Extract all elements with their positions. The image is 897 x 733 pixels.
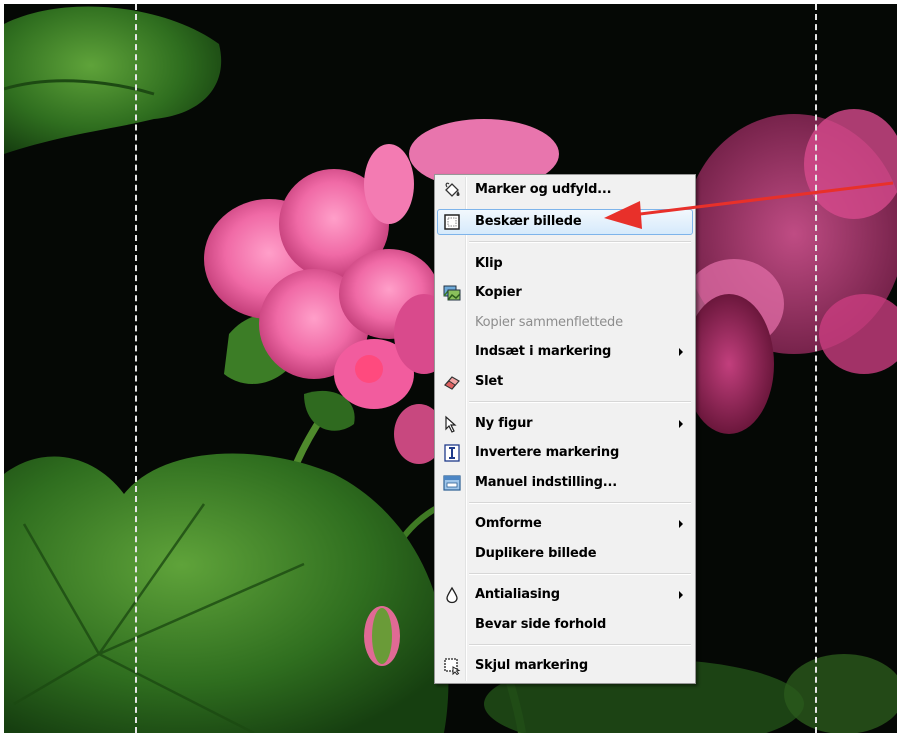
submenu-arrow-icon (679, 348, 683, 356)
menu-item-duplikere-billede[interactable]: Duplikere billede (437, 541, 693, 567)
menu-item-omforme[interactable]: Omforme (437, 511, 693, 537)
crop-icon (444, 214, 460, 230)
menu-item-label: Ny figur (475, 416, 533, 431)
invert-selection-icon (444, 444, 460, 462)
menu-item-label: Indsæt i markering (475, 344, 612, 359)
menu-item-manuel-indstilling[interactable]: Manuel indstilling... (437, 470, 693, 496)
menu-item-marker-og-udfyld[interactable]: Marker og udfyld... (437, 177, 693, 203)
menu-item-label: Kopier (475, 285, 522, 300)
menu-item-label: Klip (475, 256, 503, 271)
menu-item-label: Beskær billede (475, 214, 582, 229)
menu-item-kopier[interactable]: Kopier (437, 280, 693, 306)
menu-item-label: Antialiasing (475, 587, 560, 602)
menu-item-invertere-markering[interactable]: Invertere markering (437, 440, 693, 466)
selection-marquee-right (815, 4, 817, 733)
selection-marquee-left (135, 4, 137, 733)
menu-item-ny-figur[interactable]: Ny figur (437, 411, 693, 437)
menu-item-label: Kopier sammenflettede (475, 315, 623, 330)
menu-separator (469, 502, 691, 504)
eraser-icon (444, 376, 460, 390)
submenu-arrow-icon (679, 520, 683, 528)
menu-item-skjul-markering[interactable]: Skjul markering (437, 653, 693, 679)
menu-item-antialiasing[interactable]: Antialiasing (437, 582, 693, 608)
menu-item-label: Duplikere billede (475, 546, 597, 561)
menu-item-klip[interactable]: Klip (437, 251, 693, 277)
menu-item-label: Invertere markering (475, 445, 620, 460)
menu-separator (469, 573, 691, 575)
menu-item-slet[interactable]: Slet (437, 369, 693, 395)
pointer-icon (445, 415, 457, 433)
copy-image-icon (443, 285, 461, 301)
menu-item-kopier-sammenflettede[interactable]: Kopier sammenflettede (437, 310, 693, 336)
context-menu: Marker og udfyld... Beskær billede Klip … (434, 174, 696, 684)
menu-separator (469, 241, 691, 243)
hide-selection-icon (444, 658, 461, 675)
paint-bucket-icon (445, 182, 460, 197)
menu-item-indsaet-i-markering[interactable]: Indsæt i markering (437, 339, 693, 365)
menu-item-beskaer-billede[interactable]: Beskær billede (437, 209, 693, 235)
menu-item-label: Bevar side forhold (475, 617, 607, 632)
menu-item-bevar-side-forhold[interactable]: Bevar side forhold (437, 612, 693, 638)
menu-item-label: Skjul markering (475, 658, 588, 673)
menu-separator (469, 401, 691, 403)
submenu-arrow-icon (679, 420, 683, 428)
menu-item-label: Omforme (475, 516, 542, 531)
menu-item-label: Manuel indstilling... (475, 475, 617, 490)
menu-item-label: Slet (475, 374, 504, 389)
droplet-icon (446, 586, 458, 604)
menu-separator (469, 644, 691, 646)
submenu-arrow-icon (679, 591, 683, 599)
menu-item-label: Marker og udfyld... (475, 182, 612, 197)
manual-settings-icon (443, 475, 461, 491)
